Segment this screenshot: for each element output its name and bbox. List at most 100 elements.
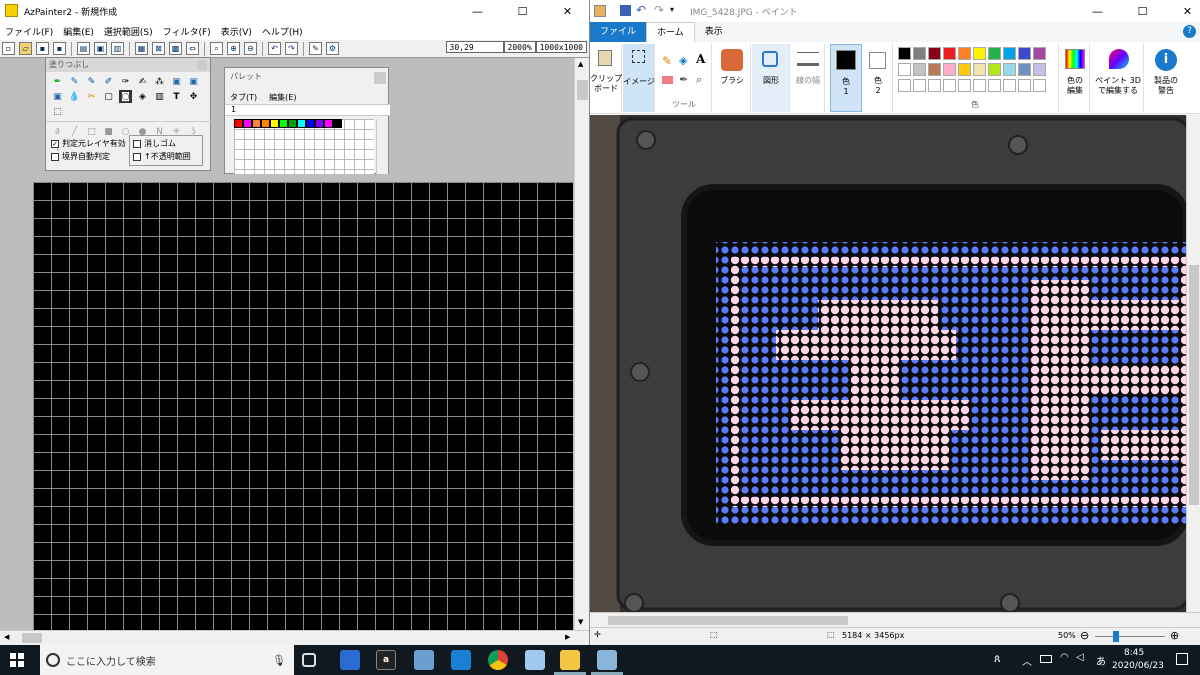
- palette-swatch[interactable]: [252, 119, 261, 128]
- close-button[interactable]: ✕: [1165, 0, 1200, 22]
- grid-tool-icon[interactable]: ▣: [187, 75, 200, 88]
- microphone-icon[interactable]: 🎙: [272, 654, 286, 667]
- people-icon[interactable]: ጰ: [994, 652, 1001, 666]
- palette-color[interactable]: [1033, 63, 1046, 76]
- battery-icon[interactable]: [1040, 655, 1052, 663]
- explorer-icon[interactable]: [560, 650, 580, 670]
- undo-icon[interactable]: ↶: [636, 3, 646, 17]
- palette-color[interactable]: [1018, 47, 1031, 60]
- taskbar-search-box[interactable]: ここに入力して検索 🎙: [40, 645, 294, 675]
- palette-color[interactable]: [973, 79, 986, 92]
- volume-icon[interactable]: ◁: [1076, 652, 1084, 663]
- tray-chevron-icon[interactable]: ︿: [1022, 653, 1032, 668]
- palette-color[interactable]: [1018, 79, 1031, 92]
- fill-icon[interactable]: ◈: [679, 54, 687, 67]
- palette-scrollbar[interactable]: [376, 119, 388, 174]
- airbrush-icon[interactable]: ✐: [102, 75, 115, 88]
- image-canvas[interactable]: [590, 115, 1186, 612]
- color1-button[interactable]: 色 1: [830, 44, 862, 112]
- palette-swatch[interactable]: [279, 119, 288, 128]
- pixel-canvas[interactable]: [33, 182, 573, 630]
- check-eraser[interactable]: 消しゴム: [133, 137, 199, 150]
- undo-icon[interactable]: ↶: [268, 42, 281, 55]
- eraser-icon[interactable]: [662, 76, 673, 84]
- palette-tab-menu[interactable]: タブ(T): [230, 92, 257, 103]
- check-layer-source[interactable]: ✓ 判定元レイヤ有効: [51, 137, 126, 150]
- paint-taskbar-icon[interactable]: [597, 650, 617, 670]
- palette-color[interactable]: [898, 79, 911, 92]
- task-view-icon[interactable]: [302, 653, 316, 667]
- menu-help[interactable]: ヘルプ(H): [262, 25, 303, 38]
- menu-view[interactable]: 表示(V): [221, 25, 252, 38]
- redo-icon[interactable]: ↷: [285, 42, 298, 55]
- palette-color[interactable]: [988, 63, 1001, 76]
- palette-color[interactable]: [1003, 63, 1016, 76]
- image-group[interactable]: イメージ: [623, 44, 655, 112]
- mail-icon[interactable]: [451, 650, 471, 670]
- ime-indicator[interactable]: あ: [1096, 653, 1106, 668]
- grid-icon[interactable]: ▦: [135, 42, 148, 55]
- palette-swatch[interactable]: [261, 119, 270, 128]
- palette-color[interactable]: [973, 63, 986, 76]
- save-icon[interactable]: [620, 5, 631, 16]
- palette-color[interactable]: [913, 79, 926, 92]
- palette-color[interactable]: [943, 63, 956, 76]
- palette-swatch[interactable]: [333, 119, 342, 128]
- minimize-button[interactable]: —: [1075, 0, 1120, 22]
- product-alert-button[interactable]: i 製品の 警告: [1146, 44, 1186, 112]
- pencil-icon[interactable]: ✎: [68, 75, 81, 88]
- paint3d-button[interactable]: ペイント 3D で編集する: [1092, 44, 1144, 112]
- palette-color[interactable]: [973, 47, 986, 60]
- checkbox[interactable]: [133, 139, 141, 148]
- horizontal-scrollbar[interactable]: ◀ ▶: [0, 630, 589, 645]
- notification-icon[interactable]: [1176, 653, 1188, 665]
- save-as-icon[interactable]: ▪: [53, 42, 66, 55]
- scroll-thumb[interactable]: [1189, 265, 1199, 505]
- redo-icon[interactable]: ↷: [654, 3, 664, 17]
- brush-group[interactable]: ブラシ: [713, 44, 751, 112]
- palette-color[interactable]: [913, 63, 926, 76]
- new-icon[interactable]: ▫: [2, 42, 15, 55]
- palette-color[interactable]: [958, 79, 971, 92]
- line-width-group[interactable]: 線の幅: [791, 44, 825, 112]
- menu-filter[interactable]: フィルタ(F): [163, 25, 211, 38]
- palette-color[interactable]: [958, 47, 971, 60]
- sticky-icon[interactable]: [525, 650, 545, 670]
- amazon-icon[interactable]: a: [376, 650, 396, 670]
- menu-file[interactable]: ファイル(F): [5, 25, 53, 38]
- resize-icon[interactable]: ⊠: [152, 42, 165, 55]
- checkbox[interactable]: [133, 152, 141, 161]
- scroll-thumb[interactable]: [577, 80, 588, 100]
- edit-colors-button[interactable]: 色の 編集: [1060, 44, 1090, 112]
- palette-color[interactable]: [1033, 79, 1046, 92]
- zoom-out-button[interactable]: ⊖: [1080, 629, 1089, 642]
- zoom-slider[interactable]: [1095, 636, 1165, 637]
- vertical-scrollbar[interactable]: [1186, 115, 1200, 612]
- start-windows-icon[interactable]: [10, 653, 24, 667]
- maximize-button[interactable]: ☐: [500, 0, 545, 22]
- check-auto-boundary[interactable]: 境界自動判定: [51, 150, 126, 163]
- water-icon[interactable]: 💧: [68, 90, 81, 103]
- help-icon[interactable]: ?: [1183, 25, 1196, 38]
- smudge-icon[interactable]: ⁂: [153, 75, 166, 88]
- palette-color[interactable]: [943, 47, 956, 60]
- blur-icon[interactable]: ▣: [51, 90, 64, 103]
- palette-color[interactable]: [1003, 79, 1016, 92]
- vertical-scrollbar[interactable]: ▲ ▼: [574, 58, 589, 630]
- canvas-grid-icon[interactable]: ▩: [169, 42, 182, 55]
- palette-color[interactable]: [928, 79, 941, 92]
- panel-close-icon[interactable]: [197, 60, 207, 70]
- brush-icon[interactable]: ✎: [85, 75, 98, 88]
- copy-icon[interactable]: ▥: [153, 90, 166, 103]
- store-icon[interactable]: [340, 650, 360, 670]
- tab-home[interactable]: ホーム: [646, 22, 695, 42]
- maximize-button[interactable]: ☐: [1120, 0, 1165, 22]
- palette-swatch[interactable]: [234, 119, 243, 128]
- color2-button[interactable]: 色 2: [863, 44, 893, 112]
- clipboard-group[interactable]: クリップ ボード: [590, 44, 622, 112]
- horizontal-scrollbar[interactable]: [590, 612, 1200, 627]
- zoom-in-button[interactable]: ⊕: [1170, 629, 1179, 642]
- layer-window-icon[interactable]: ▣: [94, 42, 107, 55]
- palette-swatch[interactable]: [243, 119, 252, 128]
- azpainter-titlebar[interactable]: AzPainter2 - 新規作成 — ☐ ✕: [0, 0, 589, 22]
